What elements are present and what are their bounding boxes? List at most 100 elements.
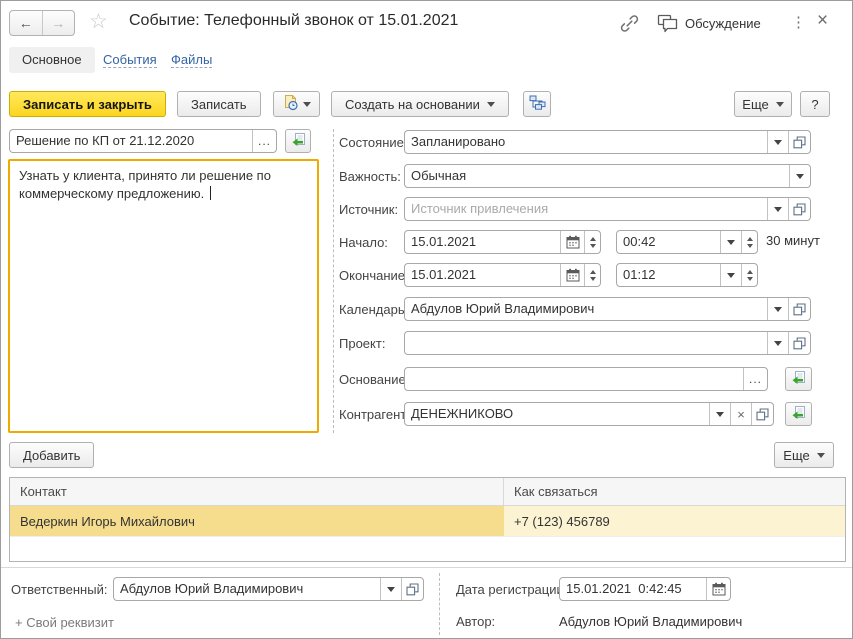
column-header-how-to-contact[interactable]: Как связаться [504, 478, 845, 505]
footer-splitter[interactable] [439, 573, 440, 635]
table-row[interactable]: Ведеркин Игорь Михайлович +7 (123) 45678… [10, 506, 845, 537]
end-time-field[interactable]: 01:12 [616, 263, 758, 287]
counterparty-clear-button[interactable]: × [730, 403, 751, 425]
registration-calendar-button[interactable] [706, 578, 730, 600]
start-time-value[interactable]: 00:42 [617, 231, 720, 253]
counterparty-open-button[interactable] [751, 403, 773, 425]
more-label: Еще [742, 97, 768, 112]
responsible-value[interactable]: Абдулов Юрий Владимирович [114, 578, 380, 600]
goto-green-arrow-icon [790, 370, 807, 389]
spin-up-icon [590, 237, 596, 241]
open-in-form-icon [793, 303, 806, 316]
importance-value[interactable]: Обычная [405, 165, 789, 187]
counterparty-value[interactable]: ДЕНЕЖНИКОВО [405, 403, 709, 425]
start-date-spinner[interactable] [584, 231, 600, 253]
contact-name-cell[interactable]: Ведеркин Игорь Михайлович [10, 506, 504, 536]
end-time-spinner[interactable] [741, 264, 757, 286]
basis-goto-button[interactable] [785, 367, 812, 391]
back-button[interactable]: ← [10, 11, 42, 35]
importance-dropdown-button[interactable] [789, 165, 810, 187]
calendar-open-button[interactable] [788, 298, 810, 320]
end-date-spinner[interactable] [584, 264, 600, 286]
subject-value[interactable]: Решение по КП от 21.12.2020 [10, 130, 252, 152]
more-button-contacts[interactable]: Еще [774, 442, 834, 468]
responsible-field[interactable]: Абдулов Юрий Владимирович [113, 577, 424, 601]
subject-goto-button[interactable] [285, 129, 311, 153]
help-button[interactable]: ? [800, 91, 830, 117]
save-button[interactable]: Записать [177, 91, 261, 117]
counterparty-goto-button[interactable] [785, 402, 812, 426]
registration-date-label: Дата регистрации: [456, 582, 567, 597]
responsible-open-button[interactable] [401, 578, 423, 600]
basis-value[interactable] [405, 368, 743, 390]
importance-field[interactable]: Обычная [404, 164, 811, 188]
tab-files[interactable]: Файлы [171, 52, 212, 68]
tab-events[interactable]: События [103, 52, 157, 68]
close-icon[interactable]: × [817, 10, 828, 32]
subject-field[interactable]: Решение по КП от 21.12.2020 ... [9, 129, 277, 153]
basis-select-button[interactable]: ... [743, 368, 767, 390]
state-open-button[interactable] [788, 131, 810, 153]
chevron-down-icon [776, 102, 784, 107]
state-field[interactable]: Запланировано [404, 130, 811, 154]
description-textarea[interactable]: Узнать у клиента, принято ли решение по … [8, 159, 319, 433]
kebab-menu-icon[interactable]: ⋮ [791, 13, 806, 31]
discussion-icon[interactable] [656, 14, 679, 36]
custom-attribute-link[interactable]: + Свой реквизит [15, 615, 114, 630]
importance-label: Важность: [339, 169, 401, 184]
contact-phone-cell[interactable]: +7 (123) 456789 [504, 506, 845, 536]
basis-label: Основание: [339, 372, 409, 387]
source-placeholder[interactable]: Источник привлечения [405, 198, 767, 220]
save-and-close-button[interactable]: Записать и закрыть [9, 91, 166, 117]
start-time-dropdown-button[interactable] [720, 231, 741, 253]
source-dropdown-button[interactable] [767, 198, 788, 220]
source-open-button[interactable] [788, 198, 810, 220]
calendar-field[interactable]: Абдулов Юрий Владимирович [404, 297, 811, 321]
end-date-calendar-button[interactable] [560, 264, 584, 286]
calendar-dropdown-button[interactable] [767, 298, 788, 320]
state-dropdown-button[interactable] [767, 131, 788, 153]
responsible-dropdown-button[interactable] [380, 578, 401, 600]
chevron-down-icon [727, 240, 735, 245]
create-based-on-button[interactable]: Создать на основании [331, 91, 509, 117]
back-arrow-icon: ← [19, 15, 33, 31]
end-time-dropdown-button[interactable] [720, 264, 741, 286]
start-date-calendar-button[interactable] [560, 231, 584, 253]
counterparty-dropdown-button[interactable] [709, 403, 730, 425]
project-value[interactable] [405, 332, 767, 354]
project-open-button[interactable] [788, 332, 810, 354]
start-date-value[interactable]: 15.01.2021 [405, 231, 560, 253]
add-contact-button[interactable]: Добавить [9, 442, 94, 468]
counterparty-field[interactable]: ДЕНЕЖНИКОВО × [404, 402, 774, 426]
related-documents-button[interactable] [523, 91, 551, 117]
discussion-label[interactable]: Обсуждение [685, 16, 761, 31]
tab-main[interactable]: Основное [9, 47, 95, 73]
start-time-spinner[interactable] [741, 231, 757, 253]
registration-date-field[interactable]: 15.01.2021 0:42:45 [559, 577, 731, 601]
start-date-field[interactable]: 15.01.2021 [404, 230, 601, 254]
calendar-icon [712, 582, 726, 596]
link-icon[interactable] [619, 13, 640, 37]
registration-date-value[interactable]: 15.01.2021 0:42:45 [560, 578, 706, 600]
end-date-value[interactable]: 15.01.2021 [405, 264, 560, 286]
start-time-field[interactable]: 00:42 [616, 230, 758, 254]
project-field[interactable] [404, 331, 811, 355]
project-dropdown-button[interactable] [767, 332, 788, 354]
subject-select-button[interactable]: ... [252, 130, 276, 152]
end-time-value[interactable]: 01:12 [617, 264, 720, 286]
state-value[interactable]: Запланировано [405, 131, 767, 153]
more-button-toolbar[interactable]: Еще [734, 91, 792, 117]
basis-field[interactable]: ... [404, 367, 768, 391]
open-in-form-icon [756, 408, 769, 421]
reminder-button[interactable] [273, 91, 320, 117]
calendar-value[interactable]: Абдулов Юрий Владимирович [405, 298, 767, 320]
end-date-field[interactable]: 15.01.2021 [404, 263, 601, 287]
forward-button[interactable]: → [42, 11, 75, 35]
footer-separator [1, 567, 853, 568]
column-splitter[interactable] [333, 129, 334, 433]
favorite-star-icon[interactable]: ☆ [89, 9, 108, 34]
event-form-window: ← → ☆ Событие: Телефонный звонок от 15.0… [0, 0, 853, 639]
contacts-table-header: Контакт Как связаться [10, 478, 845, 506]
source-field[interactable]: Источник привлечения [404, 197, 811, 221]
column-header-contact[interactable]: Контакт [10, 478, 504, 505]
